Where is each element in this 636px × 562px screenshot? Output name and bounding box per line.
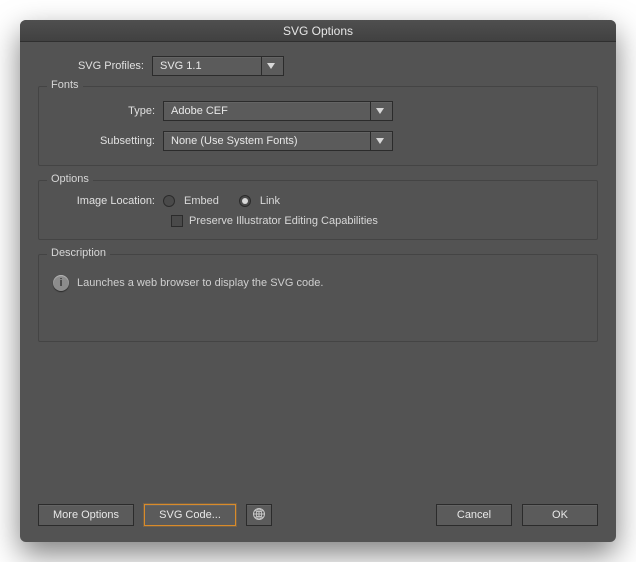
font-subsetting-label: Subsetting: bbox=[49, 135, 163, 147]
more-options-label: More Options bbox=[53, 509, 119, 521]
svg-options-dialog: SVG Options SVG Profiles: SVG 1.1 Fonts … bbox=[20, 20, 616, 542]
preserve-row: Preserve Illustrator Editing Capabilitie… bbox=[171, 215, 587, 227]
embed-radio[interactable] bbox=[163, 195, 175, 207]
font-type-select[interactable]: Adobe CEF bbox=[163, 101, 393, 121]
description-row: i Launches a web browser to display the … bbox=[49, 269, 587, 303]
window-title: SVG Options bbox=[283, 24, 353, 38]
font-subsetting-row: Subsetting: None (Use System Fonts) bbox=[49, 131, 587, 151]
description-fieldset: Description i Launches a web browser to … bbox=[38, 254, 598, 342]
ok-label: OK bbox=[552, 509, 568, 521]
preserve-label: Preserve Illustrator Editing Capabilitie… bbox=[189, 215, 378, 227]
embed-radio-label: Embed bbox=[184, 195, 219, 207]
chevron-down-icon bbox=[370, 132, 388, 150]
options-legend: Options bbox=[47, 173, 93, 185]
globe-icon bbox=[252, 507, 266, 524]
options-fieldset: Options Image Location: Embed Link Prese… bbox=[38, 180, 598, 240]
cancel-button[interactable]: Cancel bbox=[436, 504, 512, 526]
font-subsetting-value: None (Use System Fonts) bbox=[171, 135, 364, 147]
font-type-value: Adobe CEF bbox=[171, 105, 364, 117]
image-location-radios: Embed Link bbox=[163, 195, 280, 207]
fonts-legend: Fonts bbox=[47, 79, 83, 91]
cancel-label: Cancel bbox=[457, 509, 491, 521]
more-options-button[interactable]: More Options bbox=[38, 504, 134, 526]
link-radio-label: Link bbox=[260, 195, 280, 207]
image-location-row: Image Location: Embed Link bbox=[49, 195, 587, 207]
link-radio[interactable] bbox=[239, 195, 251, 207]
info-icon: i bbox=[53, 275, 69, 291]
svg-profiles-value: SVG 1.1 bbox=[160, 60, 255, 72]
browser-preview-button[interactable] bbox=[246, 504, 272, 526]
font-subsetting-select[interactable]: None (Use System Fonts) bbox=[163, 131, 393, 151]
chevron-down-icon bbox=[370, 102, 388, 120]
image-location-label: Image Location: bbox=[49, 195, 163, 207]
dialog-footer: More Options SVG Code... Cancel OK bbox=[38, 504, 598, 526]
titlebar: SVG Options bbox=[20, 20, 616, 42]
svg-code-label: SVG Code... bbox=[159, 509, 221, 521]
svg-profiles-label: SVG Profiles: bbox=[38, 60, 152, 72]
description-legend: Description bbox=[47, 247, 110, 259]
svg-code-button[interactable]: SVG Code... bbox=[144, 504, 236, 526]
dialog-content: SVG Profiles: SVG 1.1 Fonts Type: Adobe … bbox=[20, 42, 616, 370]
fonts-fieldset: Fonts Type: Adobe CEF Subsetting: None (… bbox=[38, 86, 598, 166]
font-type-label: Type: bbox=[49, 105, 163, 117]
chevron-down-icon bbox=[261, 57, 279, 75]
ok-button[interactable]: OK bbox=[522, 504, 598, 526]
description-text: Launches a web browser to display the SV… bbox=[77, 277, 323, 289]
svg-profiles-select[interactable]: SVG 1.1 bbox=[152, 56, 284, 76]
preserve-checkbox[interactable] bbox=[171, 215, 183, 227]
font-type-row: Type: Adobe CEF bbox=[49, 101, 587, 121]
svg-profiles-row: SVG Profiles: SVG 1.1 bbox=[38, 56, 598, 76]
